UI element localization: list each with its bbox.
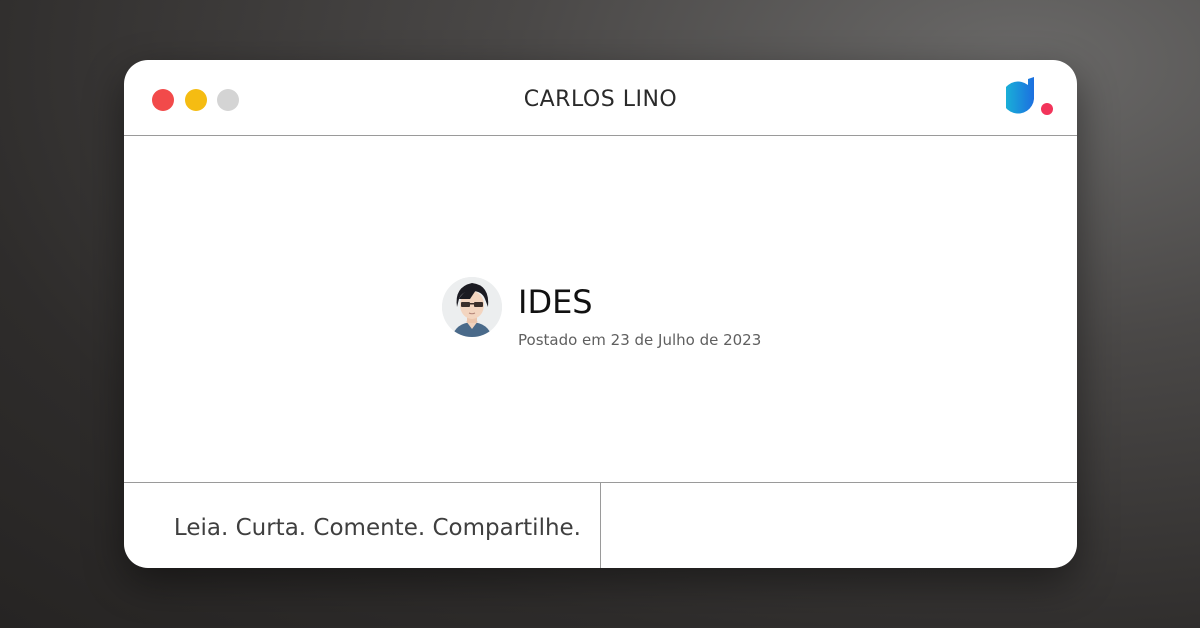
post-summary[interactable]: IDES Postado em 23 de Julho de 2023: [442, 277, 802, 357]
footer-divider: [600, 483, 601, 568]
tagline: Leia. Curta. Comente. Compartilhe.: [173, 515, 581, 541]
footer: Leia. Curta. Comente. Compartilhe.: [124, 482, 1077, 568]
card-window: CARLOS LINO IDES Postado em 23 de Julho …: [124, 60, 1077, 568]
post-title[interactable]: IDES: [518, 283, 593, 321]
window-title: CARLOS LINO: [523, 87, 678, 112]
content-area: IDES Postado em 23 de Julho de 2023: [124, 136, 1077, 482]
user-avatar-icon: [442, 277, 502, 337]
title-bar: CARLOS LINO: [124, 60, 1077, 136]
post-date: Postado em 23 de Julho de 2023: [518, 331, 762, 349]
dio-logo-icon: [1006, 77, 1053, 115]
avatar[interactable]: [442, 277, 502, 337]
